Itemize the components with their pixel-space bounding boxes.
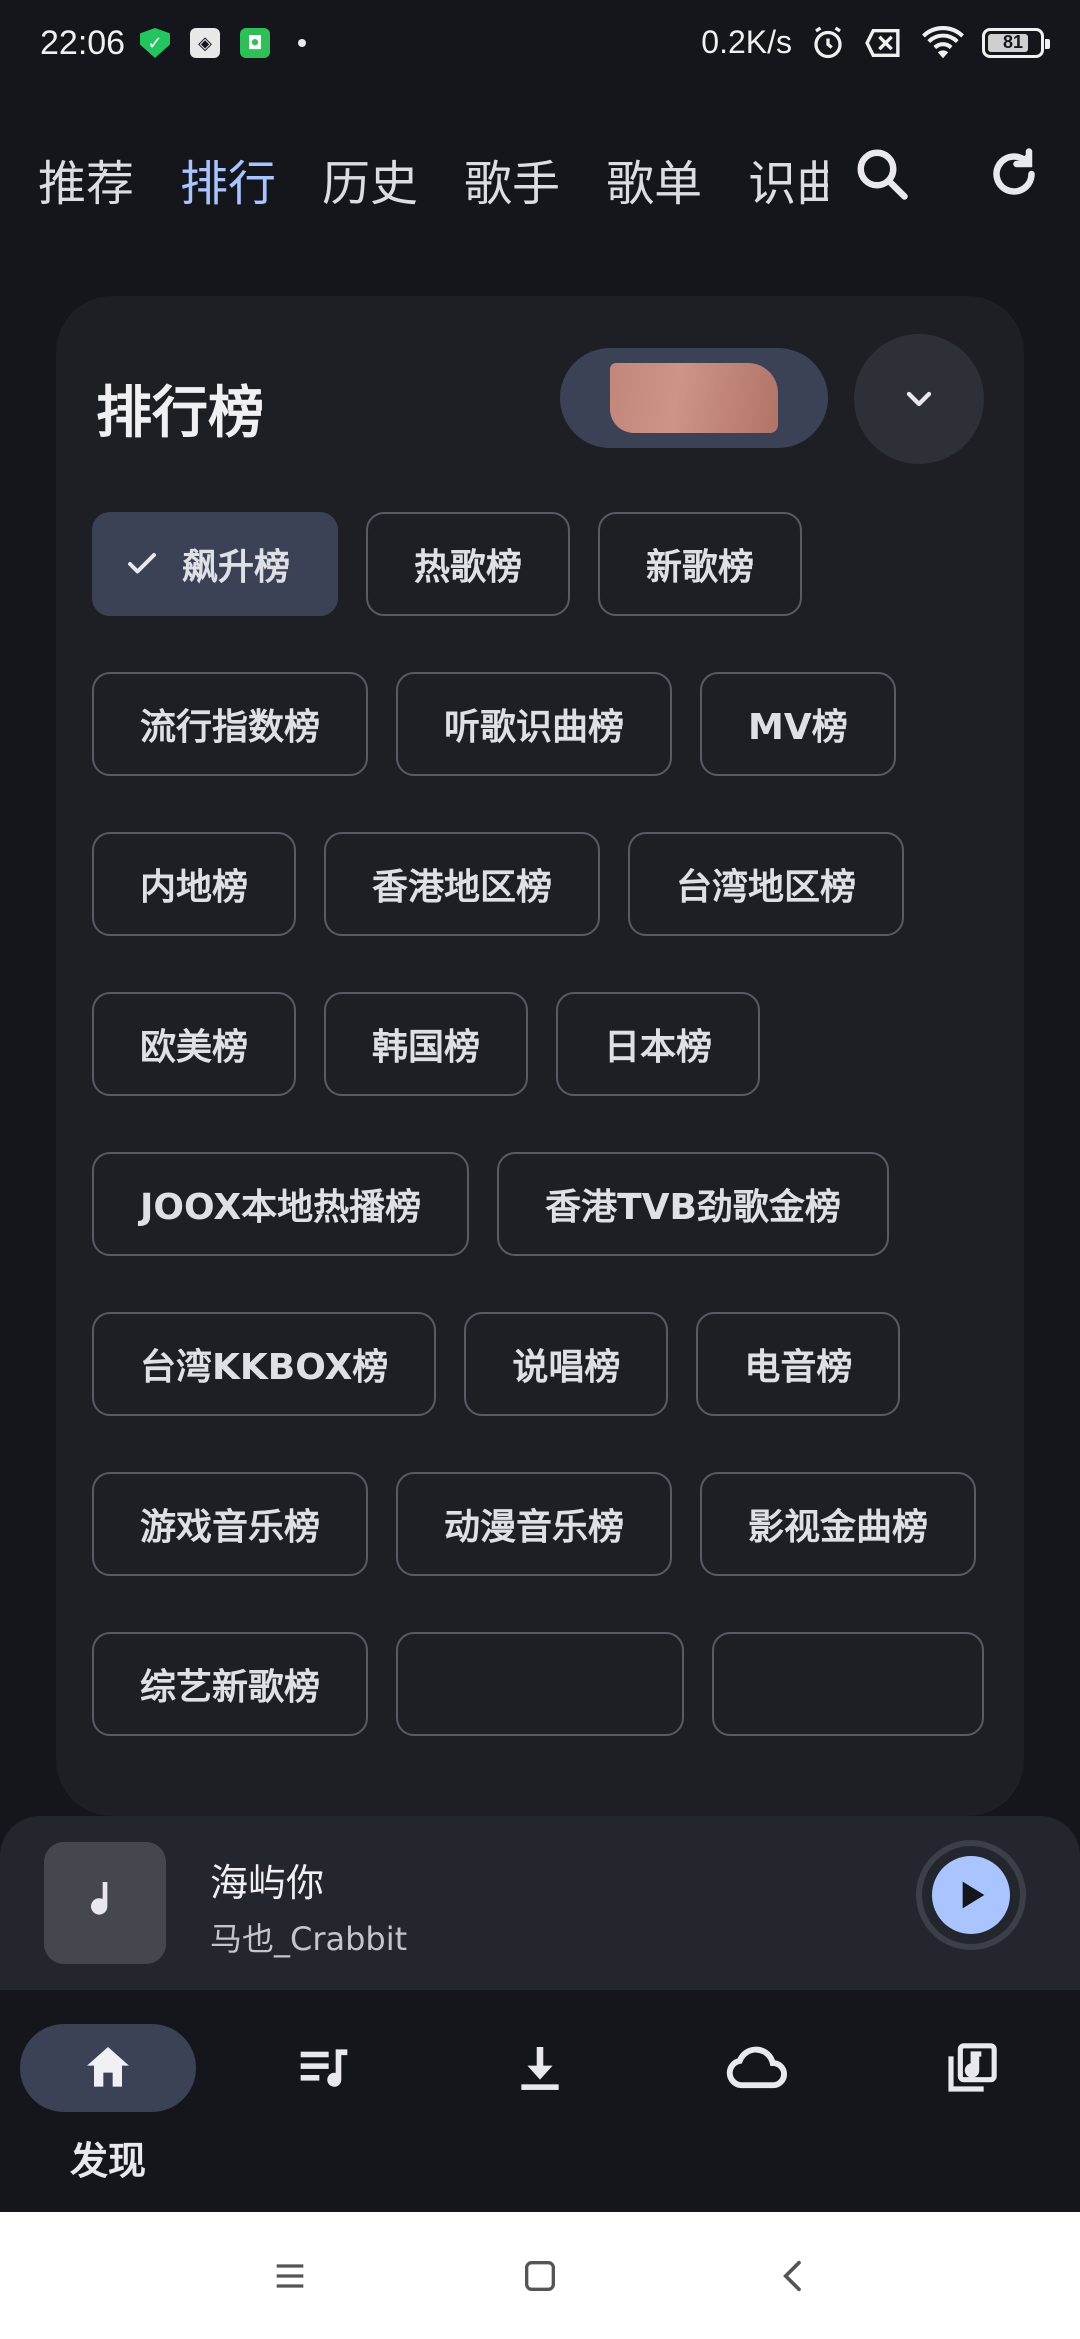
chip-mainland[interactable]: 内地榜 bbox=[92, 832, 297, 936]
battery-level: 81 bbox=[1002, 32, 1024, 52]
refresh-icon[interactable] bbox=[984, 144, 1044, 204]
ranking-card: 排行榜 飙升榜 热歌榜 新歌榜 流行指数榜 听歌识曲榜 MV榜 内地榜 香港地区… bbox=[56, 296, 1024, 1816]
chip-pop-index[interactable]: 流行指数榜 bbox=[92, 672, 369, 776]
status-right: 0.2K/s 81 bbox=[701, 24, 1050, 61]
play-icon bbox=[962, 1881, 985, 1909]
chip-mv[interactable]: MV榜 bbox=[700, 672, 896, 776]
nav-library[interactable] bbox=[884, 2024, 1060, 2112]
ranking-title: 排行榜 bbox=[96, 381, 264, 446]
chip-tvb[interactable]: 香港TVB劲歌金榜 bbox=[497, 1152, 889, 1256]
nav-discover[interactable] bbox=[20, 2024, 196, 2112]
menu-icon bbox=[276, 2264, 304, 2288]
android-icon: ◘ bbox=[240, 28, 270, 58]
song-title: 海屿你 bbox=[210, 1861, 325, 1905]
tab-identify[interactable]: 识曲 bbox=[748, 144, 828, 214]
shield-icon: ✓ bbox=[140, 28, 170, 58]
album-cover bbox=[44, 1842, 166, 1964]
tab-playlists[interactable]: 歌单 bbox=[606, 144, 702, 214]
wifi-icon bbox=[922, 25, 964, 58]
check-icon bbox=[128, 553, 156, 574]
chip-new[interactable]: 新歌榜 bbox=[598, 512, 803, 616]
search-icon[interactable] bbox=[852, 144, 912, 204]
menu-button[interactable] bbox=[262, 2248, 318, 2304]
tab-recommend[interactable]: 推荐 bbox=[38, 144, 134, 214]
chart-chip-list: 飙升榜 热歌榜 新歌榜 流行指数榜 听歌识曲榜 MV榜 内地榜 香港地区榜 台湾… bbox=[92, 512, 992, 1736]
system-nav-bar bbox=[0, 2212, 1080, 2339]
chip-song-id[interactable]: 听歌识曲榜 bbox=[396, 672, 673, 776]
more-notifications-dot bbox=[298, 39, 306, 47]
song-artist: 马也_Crabbit bbox=[210, 1920, 408, 1958]
back-icon bbox=[783, 2260, 801, 2292]
notification-icons: ✓ ◈ ◘ bbox=[140, 28, 306, 58]
chip-partial-1[interactable] bbox=[396, 1632, 685, 1736]
app-icon: ◈ bbox=[190, 28, 220, 58]
top-nav: 推荐 排行 历史 歌手 歌单 识曲 bbox=[0, 90, 1080, 260]
chip-game-music[interactable]: 游戏音乐榜 bbox=[92, 1472, 369, 1576]
chip-rap[interactable]: 说唱榜 bbox=[464, 1312, 669, 1416]
tab-strip: 推荐 排行 历史 歌手 歌单 识曲 bbox=[38, 144, 828, 214]
nav-discover-label: 发现 bbox=[69, 2139, 146, 2183]
tab-history[interactable]: 历史 bbox=[322, 144, 418, 214]
chip-surge[interactable]: 飙升榜 bbox=[92, 512, 339, 616]
net-speed: 0.2K/s bbox=[701, 24, 792, 60]
nav-playlist[interactable] bbox=[236, 2024, 412, 2112]
download-icon bbox=[521, 2047, 559, 2090]
mini-player[interactable]: 海屿你 马也_Crabbit bbox=[0, 1816, 1080, 1990]
play-progress-ring bbox=[916, 1840, 1026, 1950]
tab-ranking[interactable]: 排行 bbox=[180, 144, 276, 214]
chip-partial-2[interactable] bbox=[712, 1632, 985, 1736]
expand-button[interactable] bbox=[854, 334, 984, 464]
chip-hot[interactable]: 热歌榜 bbox=[366, 512, 571, 616]
chip-kkbox[interactable]: 台湾KKBOX榜 bbox=[92, 1312, 437, 1416]
tab-singers[interactable]: 歌手 bbox=[464, 144, 560, 214]
chip-edm[interactable]: 电音榜 bbox=[696, 1312, 901, 1416]
chip-film-tv[interactable]: 影视金曲榜 bbox=[700, 1472, 977, 1576]
home-icon bbox=[87, 2047, 129, 2087]
home-button[interactable] bbox=[512, 2248, 568, 2304]
chip-japan[interactable]: 日本榜 bbox=[556, 992, 761, 1096]
redacted-region-label bbox=[610, 363, 778, 433]
alarm-icon bbox=[814, 26, 842, 58]
chip-western[interactable]: 欧美榜 bbox=[92, 992, 297, 1096]
region-selector[interactable] bbox=[560, 348, 828, 448]
chip-label: 飙升榜 bbox=[182, 547, 291, 588]
square-icon bbox=[525, 2261, 555, 2291]
nav-download[interactable] bbox=[452, 2024, 628, 2112]
chip-variety[interactable]: 综艺新歌榜 bbox=[92, 1632, 369, 1736]
music-note-icon bbox=[91, 1882, 108, 1915]
playlist-icon bbox=[300, 2049, 348, 2087]
status-time: 22:06 bbox=[40, 24, 126, 62]
chevron-down-icon bbox=[906, 391, 932, 407]
back-button[interactable] bbox=[766, 2248, 822, 2304]
battery-icon: 81 bbox=[982, 27, 1050, 58]
library-icon bbox=[948, 2043, 997, 2092]
chip-korea[interactable]: 韩国榜 bbox=[324, 992, 529, 1096]
chip-joox[interactable]: JOOX本地热播榜 bbox=[92, 1152, 470, 1256]
play-button[interactable] bbox=[932, 1856, 1010, 1934]
chip-hongkong[interactable]: 香港地区榜 bbox=[324, 832, 601, 936]
cloud-icon bbox=[726, 2046, 787, 2089]
chip-taiwan[interactable]: 台湾地区榜 bbox=[628, 832, 905, 936]
chip-anime-music[interactable]: 动漫音乐榜 bbox=[396, 1472, 673, 1576]
sim-off-icon bbox=[865, 28, 900, 57]
nav-cloud[interactable] bbox=[668, 2024, 844, 2112]
status-bar: 22:06 ✓ ◈ ◘ 0.2K/s 81 bbox=[0, 0, 1080, 90]
bottom-nav: 发现 bbox=[0, 1990, 1080, 2212]
